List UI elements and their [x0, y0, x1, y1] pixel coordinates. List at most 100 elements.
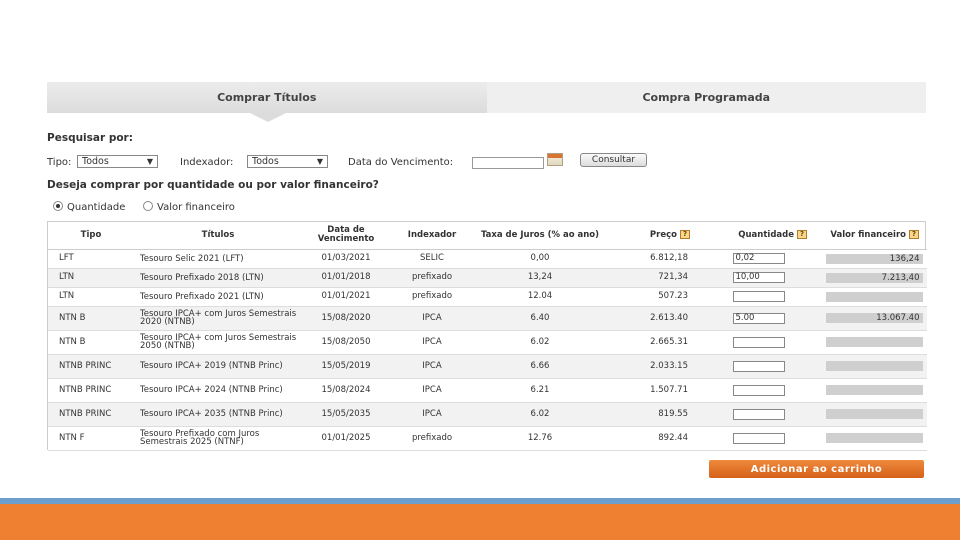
cell-titulo: Tesouro Prefixado 2021 (LTN) [140, 291, 264, 302]
calendar-icon[interactable] [547, 153, 563, 166]
cell-vencimento: 01/03/2021 [321, 253, 371, 264]
cell-tipo: NTN F [59, 432, 85, 443]
header-preco: Preço? [606, 222, 696, 250]
cell-quantidade [696, 354, 821, 378]
header-titulos: Títulos [134, 222, 302, 250]
cell-taxa: 6.66 [530, 360, 550, 371]
valor-financeiro-field [825, 361, 923, 371]
cell-valor-financeiro [821, 330, 927, 354]
cell-taxa: 13,24 [527, 272, 553, 283]
cell-vencimento: 01/01/2025 [321, 432, 371, 443]
quantidade-input[interactable] [732, 360, 785, 372]
cell-preco: 2.665.31 [650, 336, 688, 347]
tipo-label: Tipo: [47, 157, 72, 168]
cell-tipo: NTNB PRINC [59, 408, 112, 419]
tipo-select-value: Todos [82, 156, 109, 167]
header-vencimento: Data de Vencimento [302, 222, 390, 250]
header-label: Data de Vencimento [317, 225, 375, 245]
cell-indexador: IPCA [422, 360, 442, 371]
quantidade-input[interactable]: 0,02 [732, 253, 785, 264]
cell-preco: 6.812,18 [650, 253, 688, 264]
header-valor-financeiro: Valor financeiro? [821, 222, 927, 250]
cell-quantidade [696, 287, 821, 306]
cell-vencimento: 15/08/2024 [321, 384, 371, 395]
consultar-button[interactable]: Consultar [580, 153, 647, 167]
quantidade-input[interactable] [732, 291, 785, 302]
cell-vencimento: 15/05/2019 [321, 360, 371, 371]
cell-preco: 507.23 [658, 291, 688, 302]
cell-indexador: IPCA [422, 336, 442, 347]
header-label: Preço [649, 230, 677, 241]
vencimento-label: Data do Vencimento: [348, 157, 454, 168]
header-quantidade: Quantidade? [696, 222, 821, 250]
header-label: Títulos [201, 229, 235, 240]
header-label: Taxa de Juros (% ao ano) [480, 229, 600, 240]
header-label: Quantidade [738, 230, 794, 241]
tab-compra-programada[interactable]: Compra Programada [486, 82, 926, 113]
cell-quantidade: 0,02 [696, 249, 821, 268]
radio-quantidade-label: Quantidade [67, 202, 126, 213]
cell-titulo: Tesouro IPCA+ 2024 (NTNB Princ) [140, 385, 283, 395]
table-row: LFT Tesouro Selic 2021 (LFT) 01/03/2021 SEL… [48, 249, 927, 268]
cell-tipo: NTNB PRINC [59, 360, 112, 371]
cell-taxa: 6.40 [530, 312, 550, 323]
quantidade-input[interactable]: 5.00 [732, 312, 785, 324]
help-icon[interactable]: ? [680, 230, 690, 240]
cell-vencimento: 01/01/2021 [321, 291, 371, 302]
quantidade-input[interactable]: 10,00 [732, 272, 785, 283]
cell-valor-financeiro: 136,24 [821, 249, 927, 268]
cell-quantidade: 10,00 [696, 268, 821, 287]
help-icon[interactable]: ? [797, 230, 807, 240]
cell-titulo: Tesouro IPCA+ 2019 (NTNB Princ) [140, 361, 283, 371]
radio-valor-financeiro[interactable] [143, 201, 153, 211]
cell-indexador: IPCA [422, 312, 442, 323]
cell-quantidade: 5.00 [696, 306, 821, 330]
table-row: NTN F Tesouro Prefixado com Juros Semestr… [48, 426, 927, 450]
cell-taxa: 0,00 [530, 253, 550, 264]
cell-valor-financeiro [821, 402, 927, 426]
indexador-select-value: Todos [252, 156, 279, 167]
quantidade-input[interactable] [732, 336, 785, 348]
cell-vencimento: 01/01/2018 [321, 272, 371, 283]
table-row: NTNB PRINC Tesouro IPCA+ 2019 (NTNB Princ… [48, 354, 927, 378]
cell-indexador: prefixado [411, 272, 453, 283]
cell-preco: 2.613.40 [650, 312, 688, 323]
cell-titulo: Tesouro Prefixado 2018 (LTN) [140, 272, 264, 283]
cell-tipo: NTNB PRINC [59, 384, 112, 395]
cell-tipo: LTN [59, 291, 75, 302]
chevron-down-icon: ▼ [146, 157, 153, 166]
search-filters: Tipo: Todos ▼ Indexador: Todos ▼ Data do… [47, 153, 687, 171]
vencimento-date-input[interactable] [472, 157, 544, 169]
quantidade-input[interactable] [732, 432, 785, 444]
cell-taxa: 12.04 [527, 291, 553, 302]
quantidade-input[interactable] [732, 408, 785, 420]
cell-indexador: prefixado [411, 291, 453, 302]
quantidade-input[interactable] [732, 384, 785, 396]
cell-titulo: Tesouro Prefixado com Juros Semestrais 2… [140, 429, 260, 447]
tab-label: Compra Programada [642, 91, 771, 104]
table-row: LTN Tesouro Prefixado 2021 (LTN) 01/01/202… [48, 287, 927, 306]
radio-quantidade[interactable] [53, 201, 63, 211]
cell-quantidade [696, 378, 821, 402]
cell-taxa: 6.02 [530, 336, 550, 347]
purchase-mode-question: Deseja comprar por quantidade ou por val… [47, 179, 379, 191]
help-icon[interactable]: ? [909, 230, 919, 240]
tab-bar: Comprar Títulos Compra Programada [47, 82, 926, 122]
cell-preco: 819.55 [658, 408, 688, 419]
indexador-select[interactable]: Todos ▼ [247, 155, 328, 168]
cell-taxa: 12.76 [527, 432, 553, 443]
cell-titulo: Tesouro IPCA+ com Juros Semestrais 2050 … [140, 333, 297, 351]
cell-titulo: Tesouro IPCA+ com Juros Semestrais 2020 … [140, 309, 297, 327]
tab-comprar-titulos[interactable]: Comprar Títulos [47, 82, 487, 122]
tipo-select[interactable]: Todos ▼ [77, 155, 158, 168]
cell-preco: 892.44 [658, 432, 688, 443]
table-row: NTN B Tesouro IPCA+ com Juros Semestrais … [48, 306, 927, 330]
cell-tipo: NTN B [59, 312, 86, 323]
tab-label: Comprar Títulos [217, 91, 317, 104]
valor-financeiro-field: 13.067.40 [825, 313, 923, 323]
table-header-row: Tipo Títulos Data de Vencimento Indexado… [48, 222, 927, 250]
cell-valor-financeiro: 7.213,40 [821, 268, 927, 287]
add-to-cart-button[interactable]: Adicionar ao carrinho [709, 460, 924, 478]
cell-vencimento: 15/08/2020 [321, 312, 371, 323]
cell-valor-financeiro [821, 378, 927, 402]
